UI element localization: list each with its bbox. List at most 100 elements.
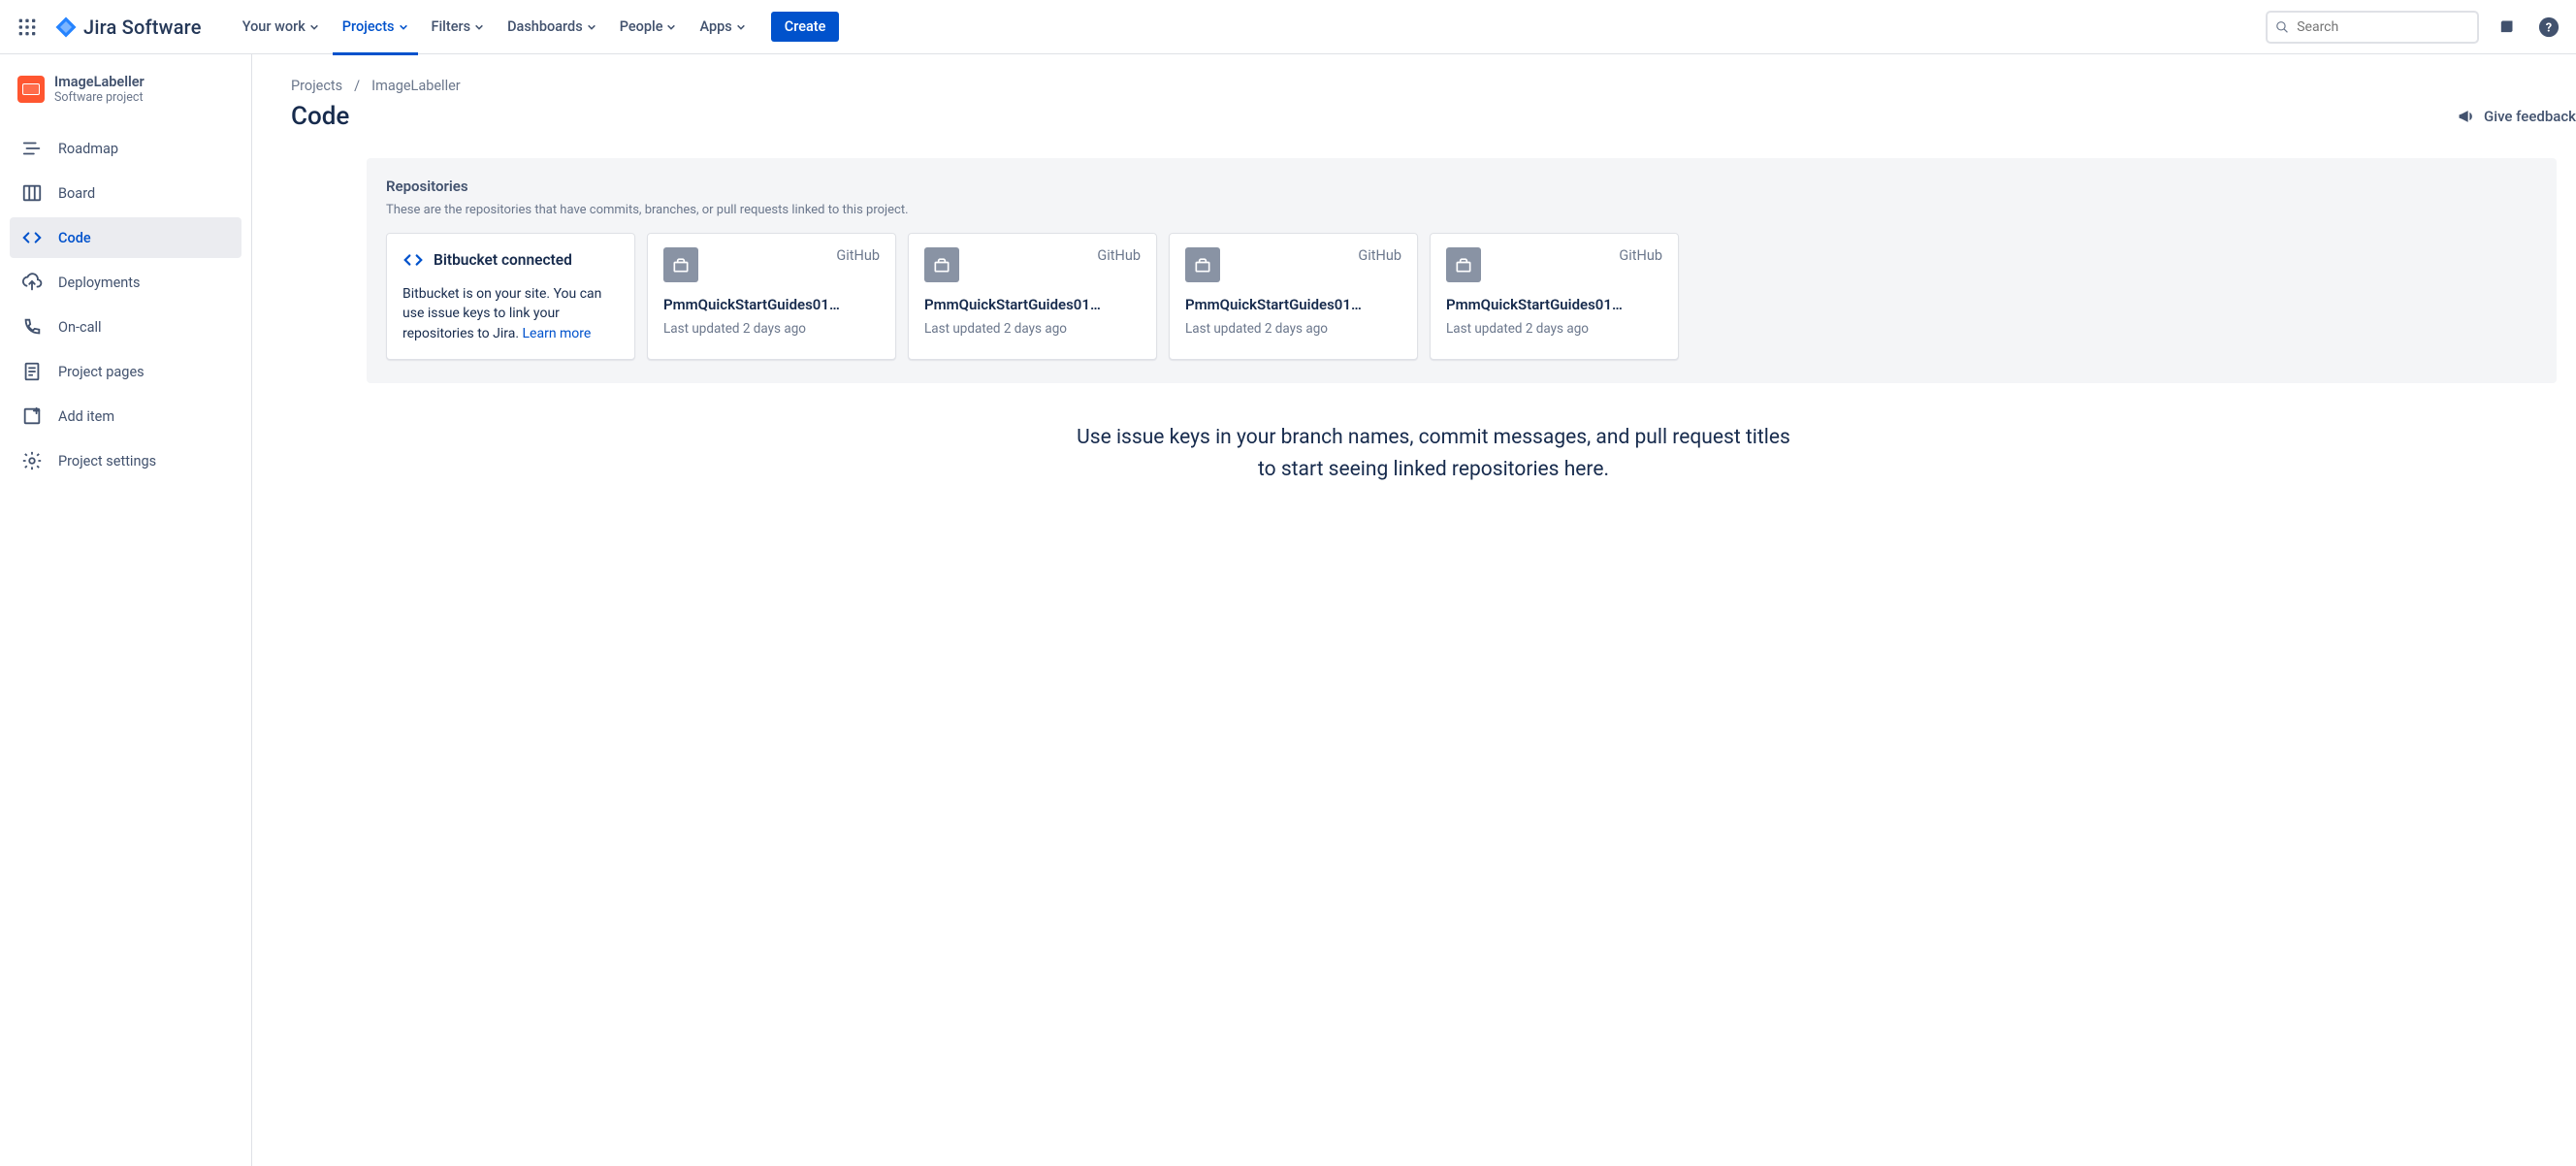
nav-apps[interactable]: Apps [690,13,755,41]
nav-items: Your work Projects Filters Dashboards Pe… [233,12,840,42]
sidebar-item-label: Deployments [58,275,141,291]
chevron-down-icon [309,22,319,32]
repo-card[interactable]: GitHub PmmQuickStartGuides01… Last updat… [1430,233,1679,360]
sidebar-item-label: Project settings [58,453,156,470]
side-nav: Roadmap Board Code Deployments [10,128,242,481]
sidebar-item-deployments[interactable]: Deployments [10,262,242,303]
nav-label: Apps [699,18,731,35]
give-feedback-button[interactable]: Give feedback [2457,107,2576,126]
search-box[interactable] [2266,11,2479,44]
gear-icon [21,450,43,471]
roadmap-icon [21,138,43,159]
help-button[interactable]: ? [2533,12,2564,43]
svg-text:?: ? [2546,20,2552,35]
repo-updated: Last updated 2 days ago [1185,321,1401,337]
repo-name: PmmQuickStartGuides01… [1446,296,1662,313]
repo-grid: Bitbucket connected Bitbucket is on your… [386,233,2537,360]
repo-card[interactable]: GitHub PmmQuickStartGuides01… Last updat… [1169,233,1418,360]
repo-card[interactable]: GitHub PmmQuickStartGuides01… Last updat… [908,233,1157,360]
breadcrumb-separator: / [354,78,360,94]
sidebar: ImageLabeller Software project Roadmap B… [0,54,252,1166]
repo-name: PmmQuickStartGuides01… [1185,296,1401,313]
page-title: Code [291,102,349,131]
repo-provider: GitHub [1097,247,1141,264]
chevron-down-icon [474,22,484,32]
nav-label: Filters [432,18,471,35]
nav-your-work[interactable]: Your work [233,13,329,41]
repo-name: PmmQuickStartGuides01… [924,296,1141,313]
chevron-down-icon [666,22,676,32]
top-nav-right: ? [2266,11,2564,44]
repo-provider: GitHub [1358,247,1401,264]
empty-state-cta: Use issue keys in your branch names, com… [291,422,2576,487]
repo-icon [663,247,698,282]
repo-provider: GitHub [836,247,880,264]
sidebar-item-settings[interactable]: Project settings [10,440,242,481]
repositories-title: Repositories [386,178,2537,195]
nav-projects[interactable]: Projects [333,13,418,41]
sidebar-item-oncall[interactable]: On-call [10,307,242,347]
jira-logo[interactable]: Jira Software [47,16,209,39]
search-input[interactable] [2297,19,2469,35]
jira-logo-text: Jira Software [83,16,202,39]
code-icon [21,227,43,248]
sidebar-item-project-pages[interactable]: Project pages [10,351,242,392]
project-meta: ImageLabeller Software project [54,74,145,105]
repo-updated: Last updated 2 days ago [1446,321,1662,337]
repo-card-header: GitHub [663,247,880,282]
repo-card[interactable]: GitHub PmmQuickStartGuides01… Last updat… [647,233,896,360]
bitbucket-connected-card[interactable]: Bitbucket connected Bitbucket is on your… [386,233,635,360]
breadcrumbs: Projects / ImageLabeller [291,78,2576,94]
repositories-panel: Repositories These are the repositories … [367,158,2557,383]
breadcrumb-current[interactable]: ImageLabeller [371,78,461,94]
oncall-icon [21,316,43,338]
project-header[interactable]: ImageLabeller Software project [10,74,242,120]
deployments-icon [21,272,43,293]
repo-card-header: GitHub [1185,247,1401,282]
bitbucket-card-title: Bitbucket connected [434,251,572,269]
repo-provider: GitHub [1619,247,1662,264]
breadcrumb-root[interactable]: Projects [291,78,342,94]
code-icon [402,249,424,271]
repo-card-header: GitHub [924,247,1141,282]
sidebar-item-label: Roadmap [58,141,118,157]
chevron-down-icon [736,22,746,32]
bitbucket-card-body: Bitbucket is on your site. You can use i… [402,284,619,343]
repositories-subtitle: These are the repositories that have com… [386,203,2537,217]
bitbucket-card-header: Bitbucket connected [402,249,619,271]
cta-line-2: to start seeing linked repositories here… [330,454,2537,487]
repo-card-header: GitHub [1446,247,1662,282]
chevron-down-icon [399,22,408,32]
sidebar-item-board[interactable]: Board [10,173,242,213]
main-content: Projects / ImageLabeller Code Give feedb… [252,54,2576,1166]
feedback-label: Give feedback [2484,108,2576,125]
app-switcher-icon [17,17,37,37]
repo-icon [1446,247,1481,282]
cta-line-1: Use issue keys in your branch names, com… [330,422,2537,455]
nav-dashboards[interactable]: Dashboards [498,13,606,41]
app-switcher-button[interactable] [12,12,43,43]
create-button[interactable]: Create [771,12,840,42]
repo-icon [924,247,959,282]
repo-icon [1185,247,1220,282]
sidebar-item-add[interactable]: Add item [10,396,242,437]
megaphone-icon [2457,107,2476,126]
sidebar-item-label: Add item [58,408,114,425]
nav-label: People [620,18,663,35]
notifications-button[interactable] [2491,12,2522,43]
pages-icon [21,361,43,382]
top-nav: Jira Software Your work Projects Filters… [0,0,2576,54]
chevron-down-icon [587,22,596,32]
nav-people[interactable]: People [610,13,687,41]
board-icon [21,182,43,204]
project-type: Software project [54,90,145,105]
nav-filters[interactable]: Filters [422,13,495,41]
learn-more-link[interactable]: Learn more [523,326,592,341]
sidebar-item-roadmap[interactable]: Roadmap [10,128,242,169]
sidebar-item-code[interactable]: Code [10,217,242,258]
nav-label: Your work [242,18,306,35]
project-avatar [17,76,45,103]
repo-updated: Last updated 2 days ago [663,321,880,337]
top-nav-left: Jira Software Your work Projects Filters… [12,12,839,43]
sidebar-item-label: Code [58,230,91,246]
